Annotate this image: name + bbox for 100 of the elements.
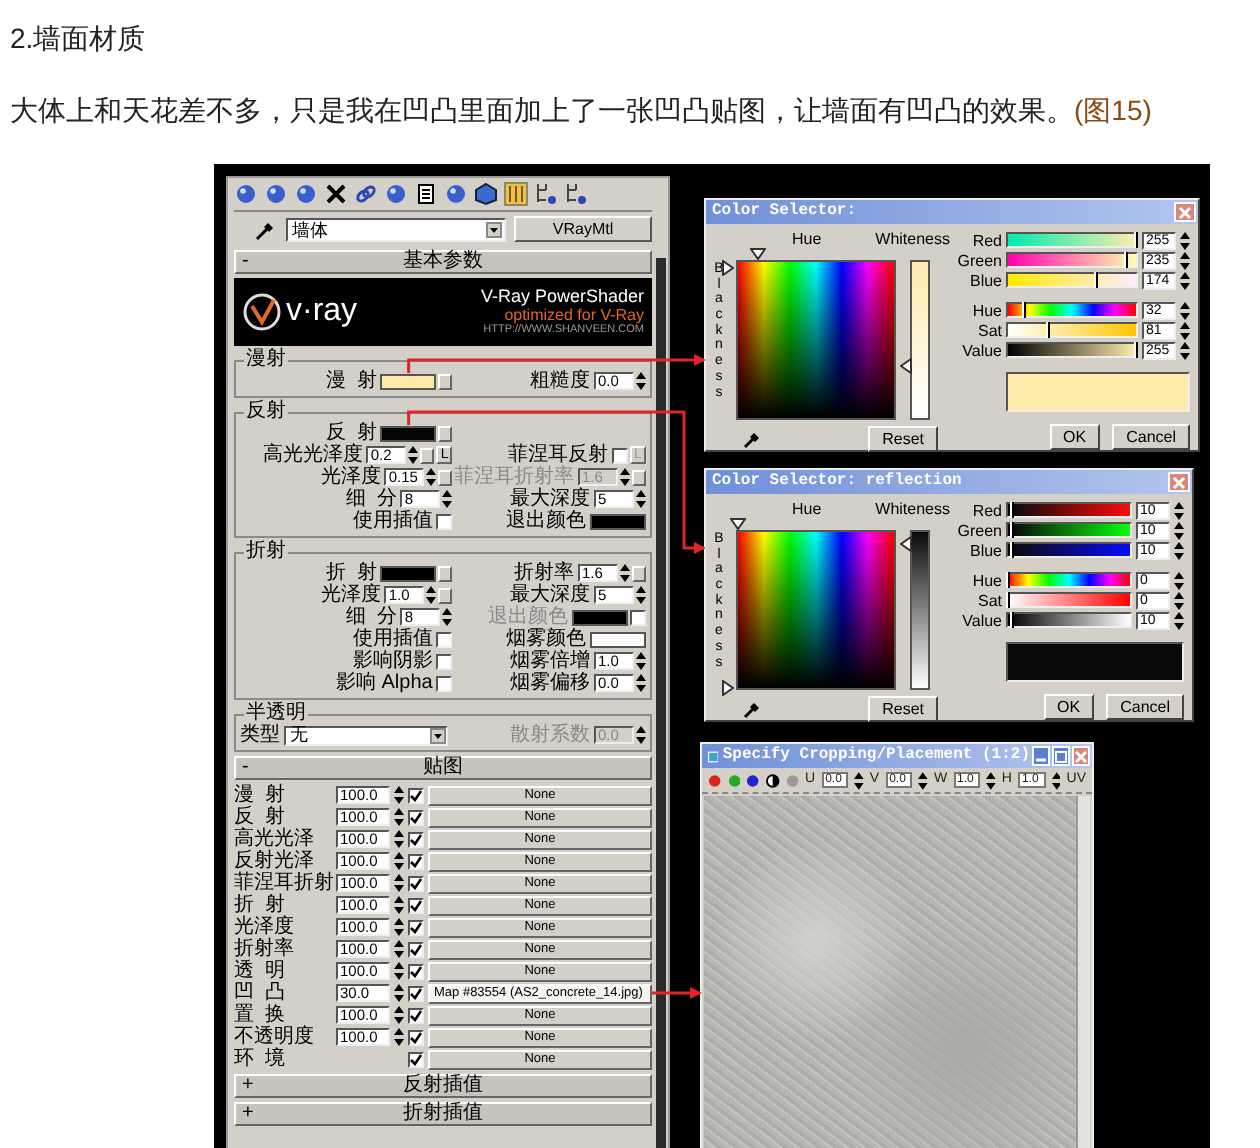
color-swatch[interactable] bbox=[380, 425, 437, 441]
sphere-icon[interactable] bbox=[234, 182, 258, 206]
spinner-arrows-icon[interactable] bbox=[394, 940, 404, 958]
spinner-arrows-icon[interactable] bbox=[1180, 321, 1190, 339]
checkbox[interactable] bbox=[408, 1007, 424, 1023]
delete-icon[interactable] bbox=[324, 182, 348, 206]
eyedropper-icon[interactable] bbox=[742, 428, 764, 450]
hue-saturation-picker[interactable] bbox=[736, 260, 896, 420]
checkbox[interactable] bbox=[408, 853, 424, 869]
slider-thumb[interactable] bbox=[1123, 252, 1128, 268]
caret-icon[interactable] bbox=[430, 727, 446, 743]
scrollbar[interactable] bbox=[1076, 796, 1090, 1148]
rollout-header[interactable]: + 折射插值 bbox=[234, 1102, 652, 1126]
slider-track[interactable] bbox=[1006, 592, 1132, 608]
slider-track[interactable] bbox=[1006, 302, 1138, 318]
spinner-arrows-icon[interactable] bbox=[426, 468, 437, 486]
checkbox[interactable] bbox=[436, 675, 453, 691]
spinner-arrows-icon[interactable] bbox=[636, 726, 646, 744]
spinner-arrows-icon[interactable] bbox=[1180, 251, 1190, 269]
slider-thumb[interactable] bbox=[1010, 612, 1015, 628]
slider-track[interactable] bbox=[1006, 322, 1138, 338]
spinner-arrows-icon[interactable] bbox=[394, 962, 404, 980]
spinner-arrows-icon[interactable] bbox=[636, 586, 646, 604]
checkbox[interactable] bbox=[408, 831, 424, 847]
spinner-arrows-icon[interactable] bbox=[394, 1006, 404, 1024]
spinner-arrows-icon[interactable] bbox=[394, 918, 404, 936]
slider-thumb[interactable] bbox=[1010, 522, 1015, 538]
page-icon[interactable] bbox=[414, 182, 438, 206]
checkbox[interactable] bbox=[408, 787, 424, 803]
spinner-arrows-icon[interactable] bbox=[442, 490, 453, 508]
map-button[interactable] bbox=[438, 587, 453, 603]
whiteness-bar[interactable] bbox=[910, 260, 930, 420]
slider-thumb[interactable] bbox=[1010, 502, 1015, 518]
checkbox[interactable] bbox=[408, 1029, 424, 1045]
reset-button[interactable]: Reset bbox=[868, 426, 938, 452]
spinner-arrows-icon[interactable] bbox=[1180, 341, 1190, 359]
ok-button[interactable]: OK bbox=[1043, 694, 1095, 720]
slider-track[interactable] bbox=[1006, 272, 1138, 288]
cube-icon[interactable] bbox=[474, 182, 498, 206]
spinner-arrows-icon[interactable] bbox=[394, 808, 404, 826]
slider-thumb[interactable] bbox=[1046, 322, 1051, 338]
chain-icon[interactable] bbox=[354, 182, 378, 206]
spinner-arrows-icon[interactable] bbox=[394, 830, 404, 848]
spinner-arrows-icon[interactable] bbox=[918, 771, 928, 789]
cancel-button[interactable]: Cancel bbox=[1112, 424, 1190, 450]
spinner-arrows-icon[interactable] bbox=[1180, 271, 1190, 289]
spinner-arrows-icon[interactable] bbox=[636, 674, 646, 692]
cancel-button[interactable]: Cancel bbox=[1106, 694, 1184, 720]
slider-track[interactable] bbox=[1006, 522, 1132, 538]
marker-icon[interactable] bbox=[730, 518, 746, 530]
checkbox[interactable] bbox=[436, 653, 453, 669]
spinner-arrows-icon[interactable] bbox=[1180, 231, 1190, 249]
rollout-header[interactable]: - 基本参数 bbox=[234, 250, 652, 274]
spinner-arrows-icon[interactable] bbox=[986, 771, 996, 789]
spinner-arrows-icon[interactable] bbox=[1174, 611, 1184, 629]
spinner-arrows-icon[interactable] bbox=[394, 1028, 404, 1046]
spinner-arrows-icon[interactable] bbox=[1174, 501, 1184, 519]
scrollbar[interactable] bbox=[656, 258, 666, 1148]
spinner-arrows-icon[interactable] bbox=[394, 984, 404, 1002]
ok-button[interactable]: OK bbox=[1049, 424, 1101, 450]
hue-saturation-picker[interactable] bbox=[736, 530, 896, 690]
channel-dot-icon[interactable] bbox=[746, 773, 761, 787]
spinner-arrows-icon[interactable] bbox=[1174, 571, 1184, 589]
spinner-arrows-icon[interactable] bbox=[1180, 301, 1190, 319]
channel-dot-icon[interactable] bbox=[708, 773, 722, 787]
sphere-icon[interactable] bbox=[294, 182, 318, 206]
checkbox[interactable] bbox=[408, 875, 424, 891]
color-swatch[interactable] bbox=[590, 513, 646, 529]
spinner-arrows-icon[interactable] bbox=[620, 468, 630, 486]
sphere-icon[interactable] bbox=[384, 182, 408, 206]
color-swatch[interactable] bbox=[380, 373, 437, 389]
map-button[interactable] bbox=[438, 425, 453, 441]
checkbox[interactable] bbox=[408, 919, 424, 935]
slider-track[interactable] bbox=[1006, 342, 1138, 358]
tree-icon[interactable] bbox=[534, 182, 558, 206]
sphere-icon[interactable] bbox=[264, 182, 288, 206]
rollout-header[interactable]: - 贴图 bbox=[234, 756, 652, 780]
map-button[interactable] bbox=[420, 447, 435, 463]
rollout-header[interactable]: + 反射插值 bbox=[234, 1074, 652, 1098]
spinner-arrows-icon[interactable] bbox=[1174, 591, 1184, 609]
slider-track[interactable] bbox=[1006, 252, 1138, 268]
marker-icon[interactable] bbox=[722, 679, 734, 696]
slider-thumb[interactable] bbox=[1010, 542, 1015, 558]
whiteness-bar[interactable] bbox=[910, 530, 930, 690]
bars-icon[interactable] bbox=[504, 182, 528, 206]
checkbox[interactable] bbox=[408, 809, 424, 825]
checkbox[interactable] bbox=[408, 963, 424, 979]
spinner-arrows-icon[interactable] bbox=[408, 446, 419, 464]
eyedropper-icon[interactable] bbox=[742, 698, 764, 720]
slider-track[interactable] bbox=[1006, 502, 1132, 518]
figure-link[interactable]: (图15) bbox=[1074, 94, 1152, 126]
channel-dot-icon[interactable] bbox=[727, 773, 741, 787]
half-circle-icon[interactable] bbox=[766, 773, 780, 787]
map-button[interactable] bbox=[632, 565, 646, 581]
spinner-arrows-icon[interactable] bbox=[636, 652, 646, 670]
color-swatch[interactable] bbox=[380, 565, 437, 581]
spinner-arrows-icon[interactable] bbox=[636, 372, 646, 390]
caret-icon[interactable] bbox=[486, 221, 502, 237]
spinner-arrows-icon[interactable] bbox=[636, 490, 646, 508]
map-button[interactable] bbox=[438, 469, 453, 485]
